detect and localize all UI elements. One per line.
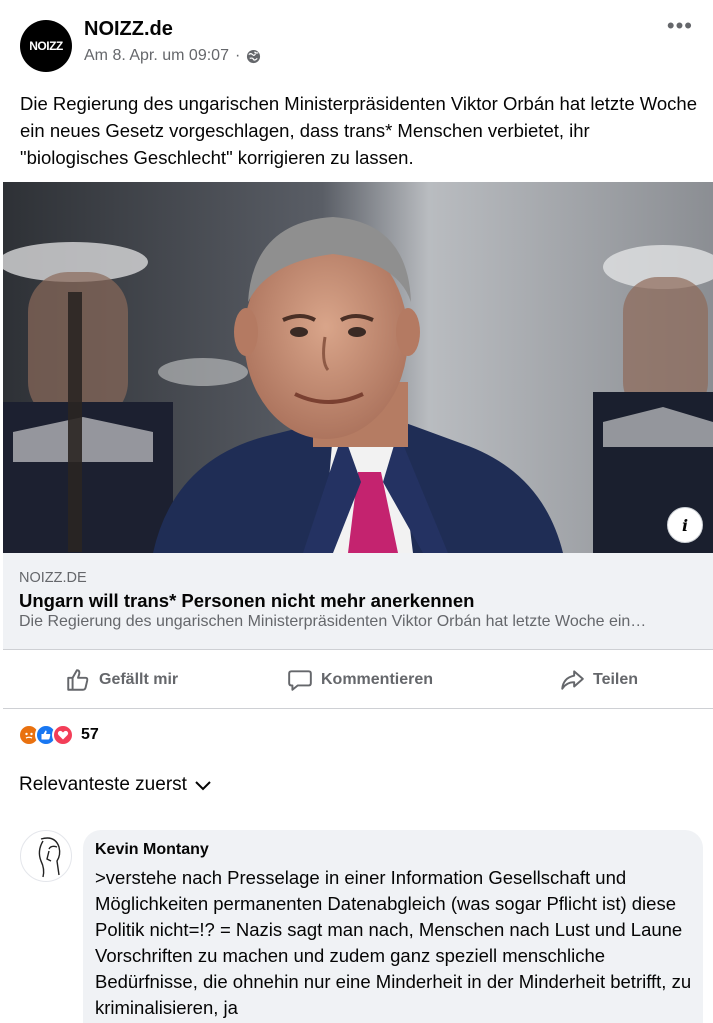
link-domain: NOIZZ.DE [19,570,87,586]
sketch-face-icon [38,837,61,878]
reactions-summary[interactable]: 57 [18,724,99,746]
comment-label: Kommentieren [321,671,434,688]
page-name[interactable]: NOIZZ.de [84,18,173,41]
news-photo [3,182,713,553]
reaction-count: 57 [81,726,99,743]
love-reaction-icon [52,724,74,746]
post-timestamp[interactable]: Am 8. Apr. um 09:07 [84,47,229,65]
comment-sort-dropdown[interactable]: Relevanteste zuerst [19,774,213,796]
action-bar: Gefällt mir Kommentieren Teilen [3,649,713,709]
like-button[interactable]: Gefällt mir [65,667,178,693]
share-label: Teilen [593,671,639,688]
globe-icon [247,49,261,63]
page-avatar[interactable]: NOIZZ [20,20,72,72]
post-text: Die Regierung des ungarischen Ministerpr… [20,93,697,168]
page-avatar-logo-text: NOIZZ [29,39,63,53]
more-options-button[interactable]: ••• [667,15,693,37]
link-title[interactable]: Ungarn will trans* Personen nicht mehr a… [19,590,474,612]
meta-separator: · [234,47,241,64]
share-icon [561,670,584,690]
comment-bubble: Kevin Montany >verstehe nach Presselage … [83,830,703,1023]
info-button[interactable]: i [667,507,703,543]
link-preview-image[interactable]: i [3,182,713,553]
comment-text: >verstehe nach Presselage in einer Infor… [95,867,692,1018]
post-header: NOIZZ NOIZZ.de Am 8. Apr. um 09:07 · ••• [0,0,713,80]
comment-author[interactable]: Kevin Montany [95,841,209,859]
thumbs-up-icon [67,669,89,691]
commenter-avatar[interactable] [20,830,72,882]
chevron-down-icon [195,781,211,791]
comment-button[interactable]: Kommentieren [287,667,433,693]
link-description: Die Regierung des ungarischen Ministerpr… [19,613,647,630]
comment-icon [288,670,312,691]
share-button[interactable]: Teilen [559,667,638,693]
like-label: Gefällt mir [99,671,179,688]
post-meta: Am 8. Apr. um 09:07 · [84,47,261,65]
sort-label: Relevanteste zuerst [19,774,187,795]
link-preview[interactable]: NOIZZ.DE Ungarn will trans* Personen nic… [3,553,713,649]
